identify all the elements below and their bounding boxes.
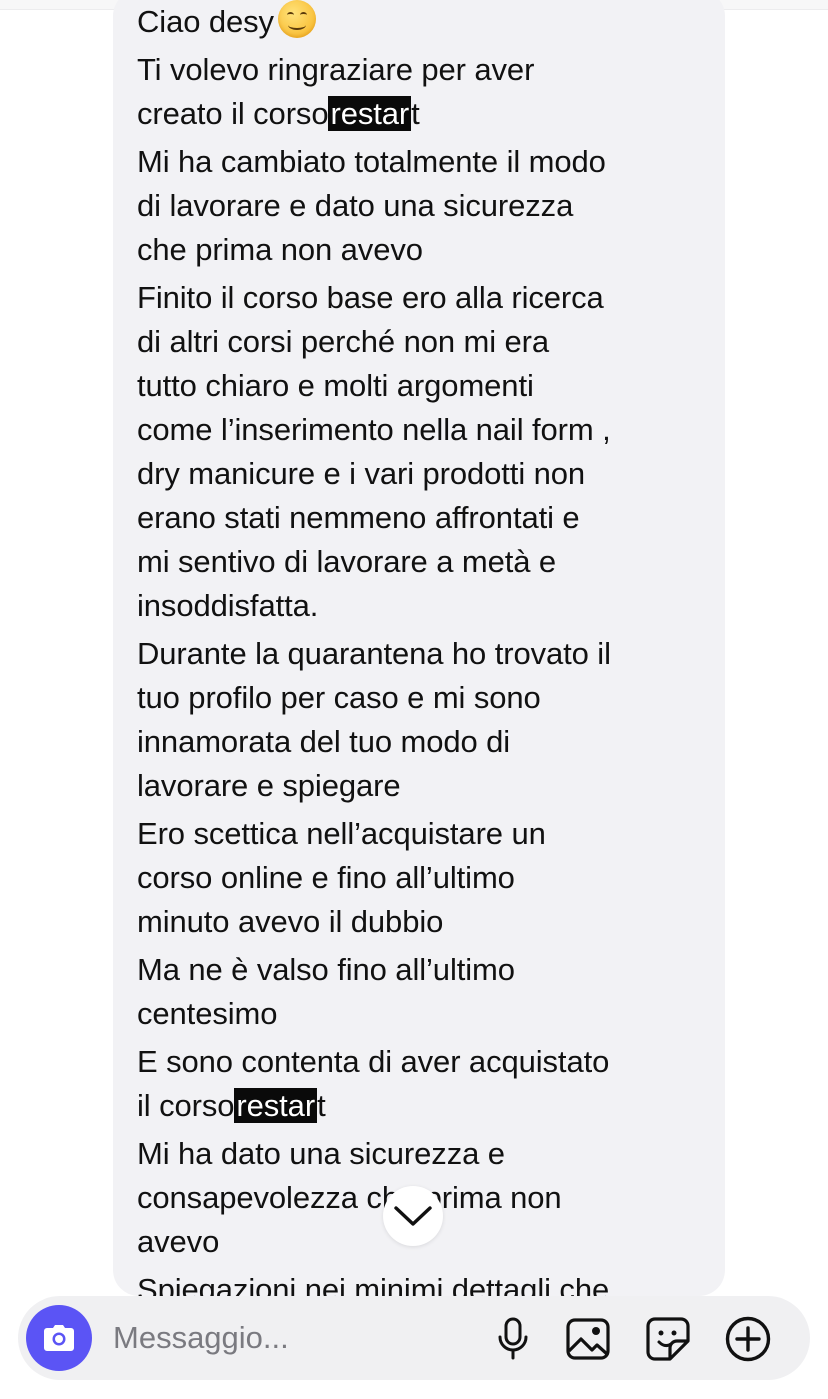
message-line: Ciao desy xyxy=(137,0,717,44)
message-line: dry manicure e i vari prodotti non xyxy=(137,452,717,496)
scroll-to-bottom-button[interactable] xyxy=(383,1186,443,1246)
message-line: di lavorare e dato una sicurezza xyxy=(137,184,717,228)
message-line: Durante la quarantena ho trovato il xyxy=(137,632,717,676)
message-line: il corsorestart xyxy=(137,1084,717,1128)
message-line: di altri corsi perché non mi era xyxy=(137,320,717,364)
message-line: Ti volevo ringraziare per aver xyxy=(137,48,717,92)
message-text-span: minuto avevo il dubbio xyxy=(137,904,444,939)
message-text-span: avevo xyxy=(137,1224,220,1259)
message-text: Ciao desy Ti volevo ringraziare per aver c… xyxy=(137,0,717,1296)
message-text-span: centesimo xyxy=(137,996,278,1031)
message-text-span: tutto chiaro e molti argomenti xyxy=(137,368,534,403)
microphone-button[interactable] xyxy=(490,1316,536,1362)
message-line: erano stati nemmeno affrontati e xyxy=(137,496,717,540)
message-text-span: dry manicure e i vari prodotti non xyxy=(137,456,586,491)
sticker-button[interactable] xyxy=(645,1316,691,1362)
message-text-span: Ciao desy xyxy=(137,4,274,39)
message-line: come l’inserimento nella nail form , xyxy=(137,408,717,452)
message-text-span: di altri corsi perché non mi era xyxy=(137,324,550,359)
message-line: Ma ne è valso fino all’ultimo xyxy=(137,948,717,992)
message-line: che prima non avevo xyxy=(137,228,717,272)
message-line: Ero scettica nell’acquistare un xyxy=(137,812,717,856)
message-line: tuo profilo per caso e mi sono xyxy=(137,676,717,720)
message-line: Mi ha dato una sicurezza e xyxy=(137,1132,717,1176)
message-text-span: corso online e fino all’ultimo xyxy=(137,860,515,895)
message-line: insoddisfatta. xyxy=(137,584,717,628)
message-text-span: Finito il corso base ero alla ricerca xyxy=(137,280,604,315)
message-input[interactable] xyxy=(113,1318,473,1358)
message-text-span: innamorata del tuo modo di xyxy=(137,724,511,759)
message-line: centesimo xyxy=(137,992,717,1036)
gallery-button[interactable] xyxy=(565,1316,611,1362)
message-text-span: Mi ha cambiato totalmente il modo xyxy=(137,144,606,179)
message-text-span: lavorare e spiegare xyxy=(137,768,401,803)
message-line: innamorata del tuo modo di xyxy=(137,720,717,764)
message-text-span: tuo profilo per caso e mi sono xyxy=(137,680,541,715)
plus-circle-icon xyxy=(725,1316,771,1362)
message-text-span: Mi ha dato una sicurezza e xyxy=(137,1136,505,1171)
message-composer xyxy=(18,1296,810,1380)
highlighted-text: restar xyxy=(328,96,412,131)
message-text-span: Durante la quarantena ho trovato il xyxy=(137,636,611,671)
camera-icon xyxy=(44,1325,74,1351)
message-text-span: che prima non avevo xyxy=(137,232,423,267)
message-text-span: il corso xyxy=(137,1088,235,1123)
message-line: tutto chiaro e molti argomenti xyxy=(137,364,717,408)
message-text-span: Ma ne è valso fino all’ultimo xyxy=(137,952,515,987)
message-line: Spiegazioni nei minimi dettagli che xyxy=(137,1268,717,1296)
message-text-span: di lavorare e dato una sicurezza xyxy=(137,188,574,223)
message-line: corso online e fino all’ultimo xyxy=(137,856,717,900)
message-text-span: mi sentivo di lavorare a metà e xyxy=(137,544,557,579)
message-text-span: Ero scettica nell’acquistare un xyxy=(137,816,546,851)
microphone-icon xyxy=(498,1317,528,1360)
message-line: E sono contenta di aver acquistato xyxy=(137,1040,717,1084)
smiling-face-emoji xyxy=(277,0,316,38)
message-text-span: come l’inserimento nella nail form , xyxy=(137,412,611,447)
message-line: creato il corsorestart xyxy=(137,92,717,136)
message-line: minuto avevo il dubbio xyxy=(137,900,717,944)
message-text-span: Spiegazioni nei minimi dettagli che xyxy=(137,1272,610,1296)
message-line: Finito il corso base ero alla ricerca xyxy=(137,276,717,320)
message-text-span: creato il corso xyxy=(137,96,329,131)
camera-button[interactable] xyxy=(26,1305,92,1371)
message-text-span: erano stati nemmeno affrontati e xyxy=(137,500,580,535)
highlighted-text: restar xyxy=(234,1088,318,1123)
image-icon xyxy=(566,1318,610,1360)
message-line: mi sentivo di lavorare a metà e xyxy=(137,540,717,584)
message-text-span: insoddisfatta. xyxy=(137,588,319,623)
message-text-span: t xyxy=(411,96,420,131)
add-button[interactable] xyxy=(725,1316,771,1362)
sticker-icon xyxy=(646,1317,690,1361)
message-line: lavorare e spiegare xyxy=(137,764,717,808)
message-bubble[interactable]: Ciao desy Ti volevo ringraziare per aver c… xyxy=(113,0,725,1296)
chevron-down-icon xyxy=(394,1206,432,1226)
message-text-span: E sono contenta di aver acquistato xyxy=(137,1044,610,1079)
message-text-span: t xyxy=(317,1088,326,1123)
message-line: Mi ha cambiato totalmente il modo xyxy=(137,140,717,184)
message-text-span: consapevolezza che prima non xyxy=(137,1180,562,1215)
message-text-span: Ti volevo ringraziare per aver xyxy=(137,52,535,87)
